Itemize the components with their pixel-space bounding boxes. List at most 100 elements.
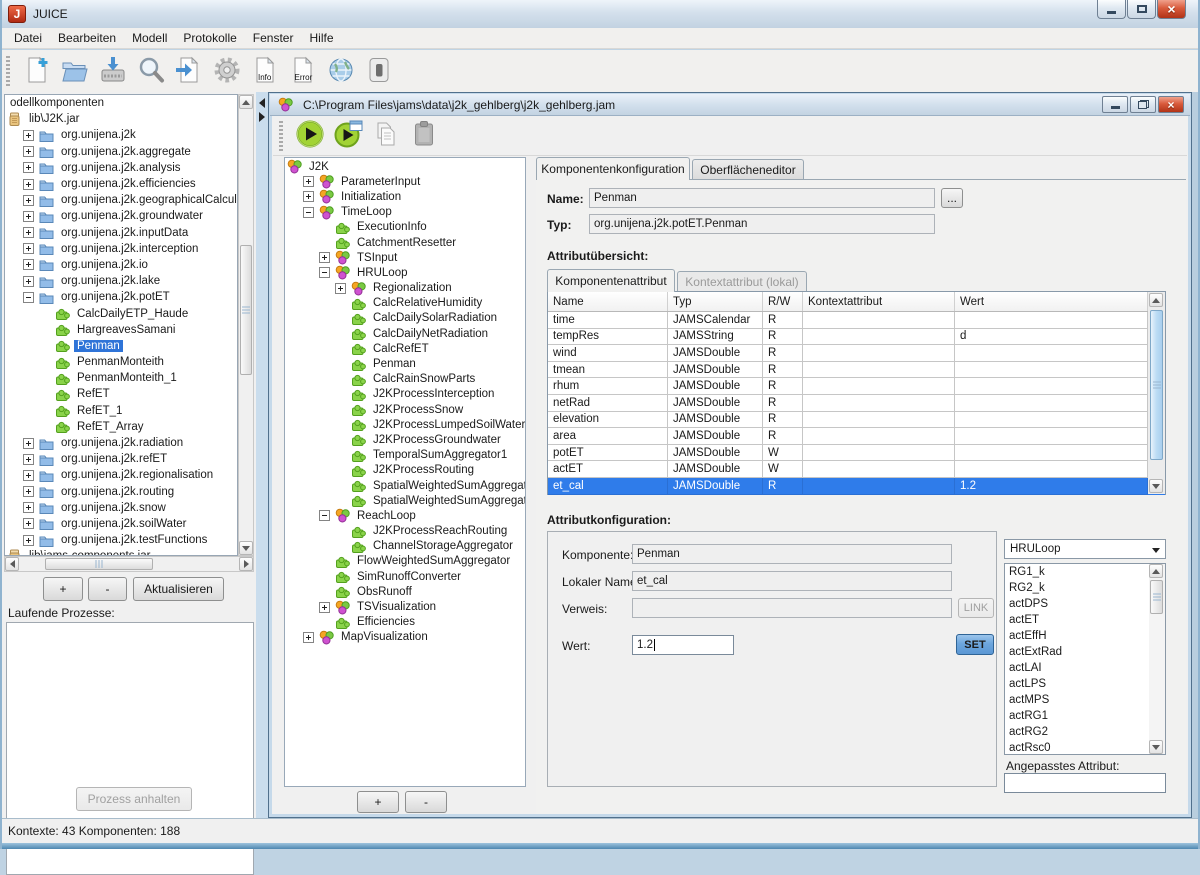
expand-icon[interactable]: [23, 195, 34, 206]
context-attribute-rg1-k[interactable]: RG1_k: [1005, 564, 1165, 580]
expand-icon[interactable]: [23, 276, 34, 287]
model-tree-item-j2kprocesslumpedsoilwater[interactable]: J2KProcessLumpedSoilWater: [285, 417, 525, 432]
context-selector-combo[interactable]: HRULoop: [1004, 539, 1166, 559]
library-tree-item-org-unijena-j2k-inputdata[interactable]: org.unijena.j2k.inputData: [5, 225, 237, 241]
context-attribute-actextrad[interactable]: actExtRad: [1005, 644, 1165, 660]
library-tree-item-calcdailyetp-haude[interactable]: CalcDailyETP_Haude: [5, 305, 237, 321]
library-tree-item-penmanmonteith-1[interactable]: PenmanMonteith_1: [5, 370, 237, 386]
expand-icon[interactable]: [23, 211, 34, 222]
error-log-button[interactable]: Error: [284, 53, 322, 89]
table-row-time[interactable]: timeJAMSCalendarR: [548, 312, 1165, 329]
expand-icon[interactable]: [23, 454, 34, 465]
library-tree-item-org-unijena-j2k-interception[interactable]: org.unijena.j2k.interception: [5, 241, 237, 257]
context-attribute-actet[interactable]: actET: [1005, 612, 1165, 628]
library-tree-item-org-unijena-j2k-testfunctions[interactable]: org.unijena.j2k.testFunctions: [5, 532, 237, 548]
run-model-button[interactable]: [291, 118, 329, 154]
expand-icon[interactable]: [23, 227, 34, 238]
library-tree-item-org-unijena-j2k-geographicalcalculations[interactable]: org.unijena.j2k.geographicalCalculations: [5, 192, 237, 208]
scrollbar-thumb[interactable]: [240, 245, 252, 375]
collapse-icon[interactable]: [319, 267, 330, 278]
model-tree-item-obsrunoff[interactable]: ObsRunoff: [285, 584, 525, 599]
scroll-right-button[interactable]: [239, 557, 253, 571]
menu-item-protokolle[interactable]: Protokolle: [175, 29, 244, 47]
library-tree-item-org-unijena-j2k-potet[interactable]: org.unijena.j2k.potET: [5, 289, 237, 305]
open-model-button[interactable]: [56, 53, 94, 89]
model-tree-item-spatialweightedsumaggregator2[interactable]: SpatialWeightedSumAggregator2: [285, 493, 525, 508]
left-tree-hscrollbar[interactable]: [4, 556, 254, 572]
expand-icon[interactable]: [23, 162, 34, 173]
custom-attribute-input[interactable]: [1004, 773, 1166, 793]
left-tree-vscrollbar[interactable]: [238, 94, 254, 556]
library-tree-item-odellkomponenten[interactable]: odellkomponenten: [5, 95, 237, 111]
add-component-button[interactable]: +: [357, 791, 399, 813]
model-tree-item-executioninfo[interactable]: ExecutionInfo: [285, 220, 525, 235]
expand-icon[interactable]: [303, 632, 314, 643]
online-globe-button[interactable]: [322, 53, 360, 89]
table-row-netrad[interactable]: netRadJAMSDoubleR: [548, 395, 1165, 412]
scroll-up-button[interactable]: [239, 95, 253, 109]
context-attribute-actmps[interactable]: actMPS: [1005, 692, 1165, 708]
model-tree-item-j2kprocessreachrouting[interactable]: J2KProcessReachRouting: [285, 524, 525, 539]
tab-kontextattribut[interactable]: Kontextattribut (lokal): [677, 271, 807, 291]
scrollbar-thumb[interactable]: [45, 558, 153, 570]
model-tree-item-tsvisualization[interactable]: TSVisualization: [285, 599, 525, 614]
set-button[interactable]: SET: [956, 634, 994, 655]
library-tree-item-org-unijena-j2k-refet[interactable]: org.unijena.j2k.refET: [5, 451, 237, 467]
expand-icon[interactable]: [303, 191, 314, 202]
expand-icon[interactable]: [23, 146, 34, 157]
run-model-gui-button[interactable]: [329, 118, 367, 154]
panel-splitter[interactable]: [256, 92, 268, 818]
expand-icon[interactable]: [23, 243, 34, 254]
expand-icon[interactable]: [23, 518, 34, 529]
expand-icon[interactable]: [319, 602, 330, 613]
tab-komponentenattribut[interactable]: Komponentenattribut: [547, 269, 675, 292]
table-row-rhum[interactable]: rhumJAMSDoubleR: [548, 378, 1165, 395]
model-tree-item-j2kprocessinterception[interactable]: J2KProcessInterception: [285, 387, 525, 402]
toolbar-drag-handle[interactable]: [279, 121, 283, 151]
library-tree-item-org-unijena-j2k-regionalisation[interactable]: org.unijena.j2k.regionalisation: [5, 467, 237, 483]
column-header-typ[interactable]: Typ: [668, 292, 763, 311]
inner-close-button[interactable]: ×: [1158, 96, 1184, 113]
context-attribute-actlps[interactable]: actLPS: [1005, 676, 1165, 692]
context-attribute-rg2-k[interactable]: RG2_k: [1005, 580, 1165, 596]
link-button[interactable]: LINK: [958, 598, 994, 618]
context-attribute-actrg2[interactable]: actRG2: [1005, 724, 1165, 740]
menu-item-datei[interactable]: Datei: [6, 29, 50, 47]
model-tree-item-initialization[interactable]: Initialization: [285, 189, 525, 204]
collapse-icon[interactable]: [319, 510, 330, 521]
model-tree-item-j2kprocesssnow[interactable]: J2KProcessSnow: [285, 402, 525, 417]
expand-icon[interactable]: [23, 535, 34, 546]
inner-minimize-button[interactable]: [1102, 96, 1128, 113]
scroll-down-button[interactable]: [1149, 740, 1163, 754]
library-tree-item-org-unijena-j2k-analysis[interactable]: org.unijena.j2k.analysis: [5, 160, 237, 176]
import-button[interactable]: [170, 53, 208, 89]
context-attribute-actlai[interactable]: actLAI: [1005, 660, 1165, 676]
model-tree-item-calcdailysolarradiation[interactable]: CalcDailySolarRadiation: [285, 311, 525, 326]
inner-restore-button[interactable]: [1130, 96, 1156, 113]
expand-right-icon[interactable]: [259, 112, 265, 122]
model-tree-item-parameterinput[interactable]: ParameterInput: [285, 174, 525, 189]
remove-library-button[interactable]: -: [88, 577, 127, 601]
library-tree-item-org-unijena-j2k[interactable]: org.unijena.j2k: [5, 127, 237, 143]
library-tree-item-org-unijena-j2k-aggregate[interactable]: org.unijena.j2k.aggregate: [5, 144, 237, 160]
library-tree-item-penmanmonteith[interactable]: PenmanMonteith: [5, 354, 237, 370]
new-model-button[interactable]: [18, 53, 56, 89]
library-tree-item-org-unijena-j2k-snow[interactable]: org.unijena.j2k.snow: [5, 500, 237, 516]
table-row-tempres[interactable]: tempResJAMSStringRd: [548, 329, 1165, 346]
library-tree-item-org-unijena-j2k-radiation[interactable]: org.unijena.j2k.radiation: [5, 435, 237, 451]
library-tree-item-org-unijena-j2k-efficiencies[interactable]: org.unijena.j2k.efficiencies: [5, 176, 237, 192]
model-window-titlebar[interactable]: C:\Program Files\jams\data\j2k_gehlberg\…: [270, 94, 1190, 116]
context-attribute-actrsc0[interactable]: actRsc0: [1005, 740, 1165, 755]
close-button[interactable]: ×: [1157, 0, 1186, 19]
expand-icon[interactable]: [23, 438, 34, 449]
model-tree-item-temporalsumaggregator1[interactable]: TemporalSumAggregator1: [285, 448, 525, 463]
model-tree-item-channelstorageaggregator[interactable]: ChannelStorageAggregator: [285, 539, 525, 554]
exit-button[interactable]: [360, 53, 398, 89]
table-row-wind[interactable]: windJAMSDoubleR: [548, 345, 1165, 362]
library-tree-item-org-unijena-j2k-routing[interactable]: org.unijena.j2k.routing: [5, 484, 237, 500]
scroll-up-button[interactable]: [1149, 293, 1163, 307]
table-row-elevation[interactable]: elevationJAMSDoubleR: [548, 412, 1165, 429]
model-tree-item-tsinput[interactable]: TSInput: [285, 250, 525, 265]
table-row-area[interactable]: areaJAMSDoubleR: [548, 428, 1165, 445]
browse-button[interactable]: ...: [941, 188, 963, 208]
